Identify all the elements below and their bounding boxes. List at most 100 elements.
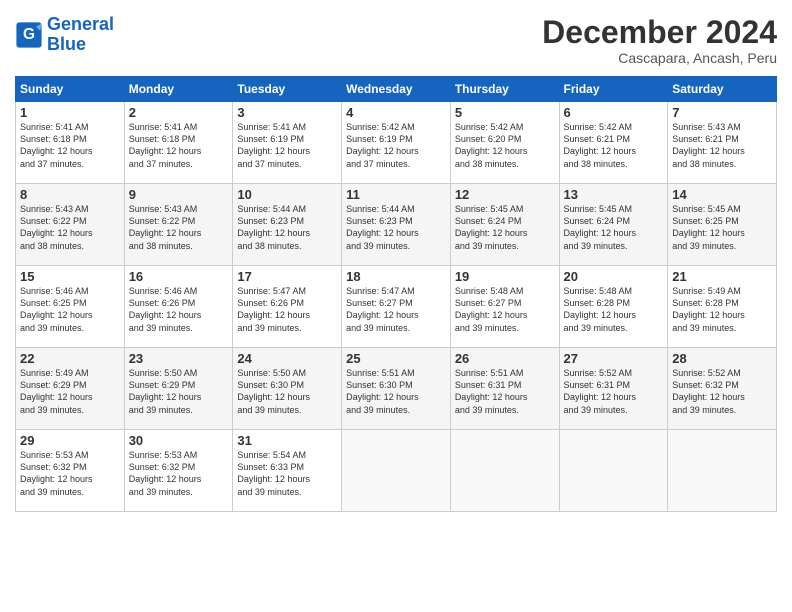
day-number: 11 — [346, 187, 446, 202]
calendar-cell — [342, 430, 451, 512]
day-info: Sunrise: 5:41 AM Sunset: 6:18 PM Dayligh… — [20, 121, 120, 170]
calendar-cell: 3Sunrise: 5:41 AM Sunset: 6:19 PM Daylig… — [233, 102, 342, 184]
day-info: Sunrise: 5:42 AM Sunset: 6:21 PM Dayligh… — [564, 121, 664, 170]
day-number: 3 — [237, 105, 337, 120]
calendar-cell — [559, 430, 668, 512]
calendar-cell: 22Sunrise: 5:49 AM Sunset: 6:29 PM Dayli… — [16, 348, 125, 430]
calendar-cell — [668, 430, 777, 512]
day-info: Sunrise: 5:45 AM Sunset: 6:25 PM Dayligh… — [672, 203, 772, 252]
day-info: Sunrise: 5:52 AM Sunset: 6:32 PM Dayligh… — [672, 367, 772, 416]
day-info: Sunrise: 5:45 AM Sunset: 6:24 PM Dayligh… — [455, 203, 555, 252]
day-number: 17 — [237, 269, 337, 284]
day-info: Sunrise: 5:42 AM Sunset: 6:19 PM Dayligh… — [346, 121, 446, 170]
day-number: 14 — [672, 187, 772, 202]
calendar-cell: 27Sunrise: 5:52 AM Sunset: 6:31 PM Dayli… — [559, 348, 668, 430]
calendar-page: G General Blue December 2024 Cascapara, … — [0, 0, 792, 612]
day-info: Sunrise: 5:51 AM Sunset: 6:30 PM Dayligh… — [346, 367, 446, 416]
day-info: Sunrise: 5:47 AM Sunset: 6:26 PM Dayligh… — [237, 285, 337, 334]
header: G General Blue December 2024 Cascapara, … — [15, 15, 777, 66]
calendar-cell: 14Sunrise: 5:45 AM Sunset: 6:25 PM Dayli… — [668, 184, 777, 266]
logo-line1: General — [47, 14, 114, 34]
day-info: Sunrise: 5:49 AM Sunset: 6:29 PM Dayligh… — [20, 367, 120, 416]
day-number: 8 — [20, 187, 120, 202]
day-number: 9 — [129, 187, 229, 202]
day-info: Sunrise: 5:52 AM Sunset: 6:31 PM Dayligh… — [564, 367, 664, 416]
calendar-cell: 9Sunrise: 5:43 AM Sunset: 6:22 PM Daylig… — [124, 184, 233, 266]
calendar-cell: 8Sunrise: 5:43 AM Sunset: 6:22 PM Daylig… — [16, 184, 125, 266]
title-block: December 2024 Cascapara, Ancash, Peru — [542, 15, 777, 66]
day-number: 2 — [129, 105, 229, 120]
calendar-cell: 4Sunrise: 5:42 AM Sunset: 6:19 PM Daylig… — [342, 102, 451, 184]
day-number: 30 — [129, 433, 229, 448]
day-number: 23 — [129, 351, 229, 366]
week-row-3: 15Sunrise: 5:46 AM Sunset: 6:25 PM Dayli… — [16, 266, 777, 348]
calendar-cell: 26Sunrise: 5:51 AM Sunset: 6:31 PM Dayli… — [450, 348, 559, 430]
day-number: 5 — [455, 105, 555, 120]
day-info: Sunrise: 5:48 AM Sunset: 6:27 PM Dayligh… — [455, 285, 555, 334]
location-subtitle: Cascapara, Ancash, Peru — [542, 50, 777, 66]
calendar-cell: 15Sunrise: 5:46 AM Sunset: 6:25 PM Dayli… — [16, 266, 125, 348]
calendar-cell: 28Sunrise: 5:52 AM Sunset: 6:32 PM Dayli… — [668, 348, 777, 430]
day-number: 24 — [237, 351, 337, 366]
day-info: Sunrise: 5:43 AM Sunset: 6:22 PM Dayligh… — [20, 203, 120, 252]
day-number: 1 — [20, 105, 120, 120]
day-header-sunday: Sunday — [16, 77, 125, 102]
calendar-cell: 24Sunrise: 5:50 AM Sunset: 6:30 PM Dayli… — [233, 348, 342, 430]
day-info: Sunrise: 5:54 AM Sunset: 6:33 PM Dayligh… — [237, 449, 337, 498]
day-info: Sunrise: 5:48 AM Sunset: 6:28 PM Dayligh… — [564, 285, 664, 334]
calendar-cell — [450, 430, 559, 512]
day-number: 12 — [455, 187, 555, 202]
week-row-4: 22Sunrise: 5:49 AM Sunset: 6:29 PM Dayli… — [16, 348, 777, 430]
day-number: 26 — [455, 351, 555, 366]
day-info: Sunrise: 5:47 AM Sunset: 6:27 PM Dayligh… — [346, 285, 446, 334]
month-title: December 2024 — [542, 15, 777, 50]
calendar-cell: 6Sunrise: 5:42 AM Sunset: 6:21 PM Daylig… — [559, 102, 668, 184]
day-number: 29 — [20, 433, 120, 448]
day-info: Sunrise: 5:44 AM Sunset: 6:23 PM Dayligh… — [346, 203, 446, 252]
day-header-tuesday: Tuesday — [233, 77, 342, 102]
day-info: Sunrise: 5:43 AM Sunset: 6:22 PM Dayligh… — [129, 203, 229, 252]
day-number: 20 — [564, 269, 664, 284]
day-info: Sunrise: 5:53 AM Sunset: 6:32 PM Dayligh… — [20, 449, 120, 498]
calendar-cell: 20Sunrise: 5:48 AM Sunset: 6:28 PM Dayli… — [559, 266, 668, 348]
calendar-cell: 11Sunrise: 5:44 AM Sunset: 6:23 PM Dayli… — [342, 184, 451, 266]
logo: G General Blue — [15, 15, 114, 55]
logo-text: General Blue — [47, 15, 114, 55]
day-number: 4 — [346, 105, 446, 120]
day-info: Sunrise: 5:43 AM Sunset: 6:21 PM Dayligh… — [672, 121, 772, 170]
day-number: 27 — [564, 351, 664, 366]
day-info: Sunrise: 5:46 AM Sunset: 6:25 PM Dayligh… — [20, 285, 120, 334]
day-number: 13 — [564, 187, 664, 202]
week-row-5: 29Sunrise: 5:53 AM Sunset: 6:32 PM Dayli… — [16, 430, 777, 512]
day-number: 28 — [672, 351, 772, 366]
day-info: Sunrise: 5:50 AM Sunset: 6:29 PM Dayligh… — [129, 367, 229, 416]
day-header-friday: Friday — [559, 77, 668, 102]
calendar-cell: 5Sunrise: 5:42 AM Sunset: 6:20 PM Daylig… — [450, 102, 559, 184]
day-info: Sunrise: 5:49 AM Sunset: 6:28 PM Dayligh… — [672, 285, 772, 334]
day-info: Sunrise: 5:41 AM Sunset: 6:19 PM Dayligh… — [237, 121, 337, 170]
day-number: 10 — [237, 187, 337, 202]
day-number: 21 — [672, 269, 772, 284]
day-header-monday: Monday — [124, 77, 233, 102]
calendar-cell: 30Sunrise: 5:53 AM Sunset: 6:32 PM Dayli… — [124, 430, 233, 512]
day-number: 15 — [20, 269, 120, 284]
calendar-cell: 23Sunrise: 5:50 AM Sunset: 6:29 PM Dayli… — [124, 348, 233, 430]
day-header-wednesday: Wednesday — [342, 77, 451, 102]
day-header-saturday: Saturday — [668, 77, 777, 102]
calendar-cell: 31Sunrise: 5:54 AM Sunset: 6:33 PM Dayli… — [233, 430, 342, 512]
logo-icon: G — [15, 21, 43, 49]
week-row-1: 1Sunrise: 5:41 AM Sunset: 6:18 PM Daylig… — [16, 102, 777, 184]
calendar-cell: 1Sunrise: 5:41 AM Sunset: 6:18 PM Daylig… — [16, 102, 125, 184]
calendar-cell: 2Sunrise: 5:41 AM Sunset: 6:18 PM Daylig… — [124, 102, 233, 184]
calendar-cell: 7Sunrise: 5:43 AM Sunset: 6:21 PM Daylig… — [668, 102, 777, 184]
day-number: 6 — [564, 105, 664, 120]
day-number: 25 — [346, 351, 446, 366]
calendar-cell: 25Sunrise: 5:51 AM Sunset: 6:30 PM Dayli… — [342, 348, 451, 430]
calendar-cell: 19Sunrise: 5:48 AM Sunset: 6:27 PM Dayli… — [450, 266, 559, 348]
day-header-thursday: Thursday — [450, 77, 559, 102]
calendar-cell: 12Sunrise: 5:45 AM Sunset: 6:24 PM Dayli… — [450, 184, 559, 266]
calendar-table: SundayMondayTuesdayWednesdayThursdayFrid… — [15, 76, 777, 512]
day-info: Sunrise: 5:51 AM Sunset: 6:31 PM Dayligh… — [455, 367, 555, 416]
day-number: 16 — [129, 269, 229, 284]
svg-text:G: G — [23, 26, 35, 43]
